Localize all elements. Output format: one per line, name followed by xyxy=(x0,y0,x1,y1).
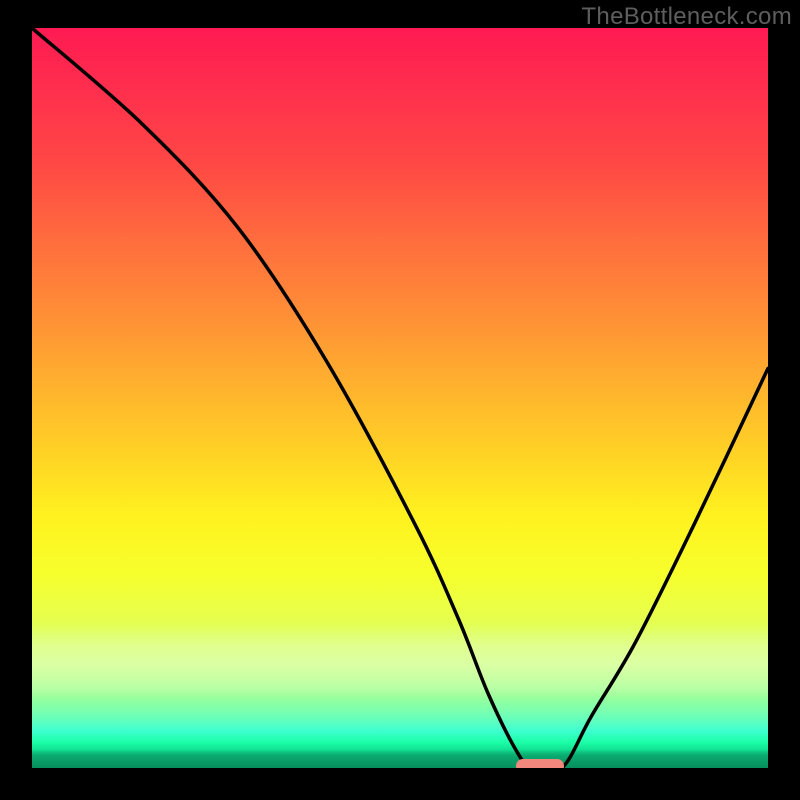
watermark-text: TheBottleneck.com xyxy=(581,3,792,31)
bottleneck-curve-path xyxy=(32,28,768,768)
chart-frame: TheBottleneck.com xyxy=(0,0,800,800)
optimal-marker xyxy=(516,759,564,768)
plot-area xyxy=(32,28,768,768)
bottleneck-curve-svg xyxy=(32,28,768,768)
